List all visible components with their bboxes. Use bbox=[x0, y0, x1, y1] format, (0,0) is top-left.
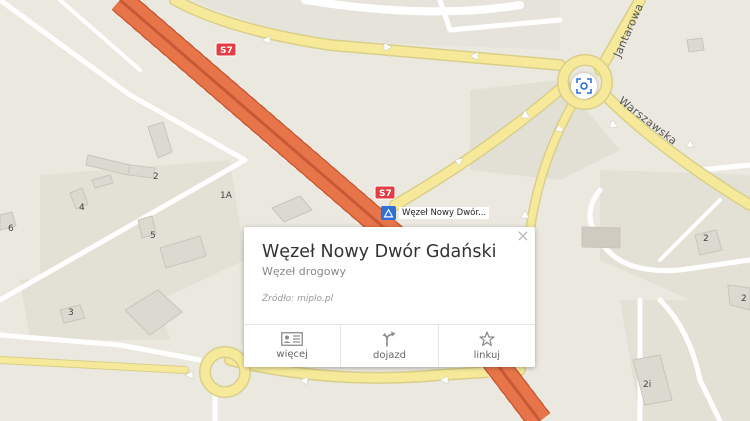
directions-icon bbox=[382, 331, 396, 347]
house-number: 2 bbox=[153, 172, 159, 182]
road-shield-label: S7 bbox=[379, 189, 392, 199]
poi-label: Węzeł Nowy Dwór... bbox=[399, 207, 490, 219]
house-number: 5 bbox=[150, 231, 156, 241]
info-popup: × Węzeł Nowy Dwór Gdański Węzeł drogowy … bbox=[244, 227, 535, 367]
more-button[interactable]: więcej bbox=[244, 325, 342, 367]
info-card-icon bbox=[281, 332, 304, 346]
poi-marker[interactable]: Węzeł Nowy Dwór... bbox=[381, 206, 490, 220]
road-shield-s7: S7 bbox=[215, 42, 237, 57]
house-number: 1A bbox=[220, 191, 233, 201]
directions-button-label: dojazd bbox=[373, 350, 406, 361]
road-shield-label: S7 bbox=[220, 46, 233, 56]
popup-actions: więcej dojazd linkuj bbox=[244, 324, 535, 367]
road-junction-icon bbox=[381, 206, 396, 220]
house-number: 2 bbox=[741, 294, 747, 304]
house-number: 4 bbox=[79, 203, 85, 213]
house-number: 3 bbox=[68, 308, 74, 318]
road-shield-s7: S7 bbox=[374, 185, 396, 200]
locate-icon bbox=[576, 78, 592, 94]
locate-button[interactable] bbox=[571, 73, 597, 99]
house-number: 2i bbox=[643, 380, 651, 390]
more-button-label: więcej bbox=[276, 349, 308, 360]
link-button[interactable]: linkuj bbox=[439, 325, 535, 367]
popup-subtitle: Węzeł drogowy bbox=[262, 265, 347, 278]
star-icon bbox=[479, 331, 495, 347]
directions-button[interactable]: dojazd bbox=[341, 325, 439, 367]
close-icon[interactable]: × bbox=[515, 228, 531, 244]
popup-title: Węzeł Nowy Dwór Gdański bbox=[262, 242, 497, 262]
link-button-label: linkuj bbox=[473, 350, 501, 361]
popup-source: Źródło: miplo.pl bbox=[262, 294, 334, 304]
house-number: 6 bbox=[8, 224, 14, 234]
house-number: 2 bbox=[703, 234, 709, 244]
